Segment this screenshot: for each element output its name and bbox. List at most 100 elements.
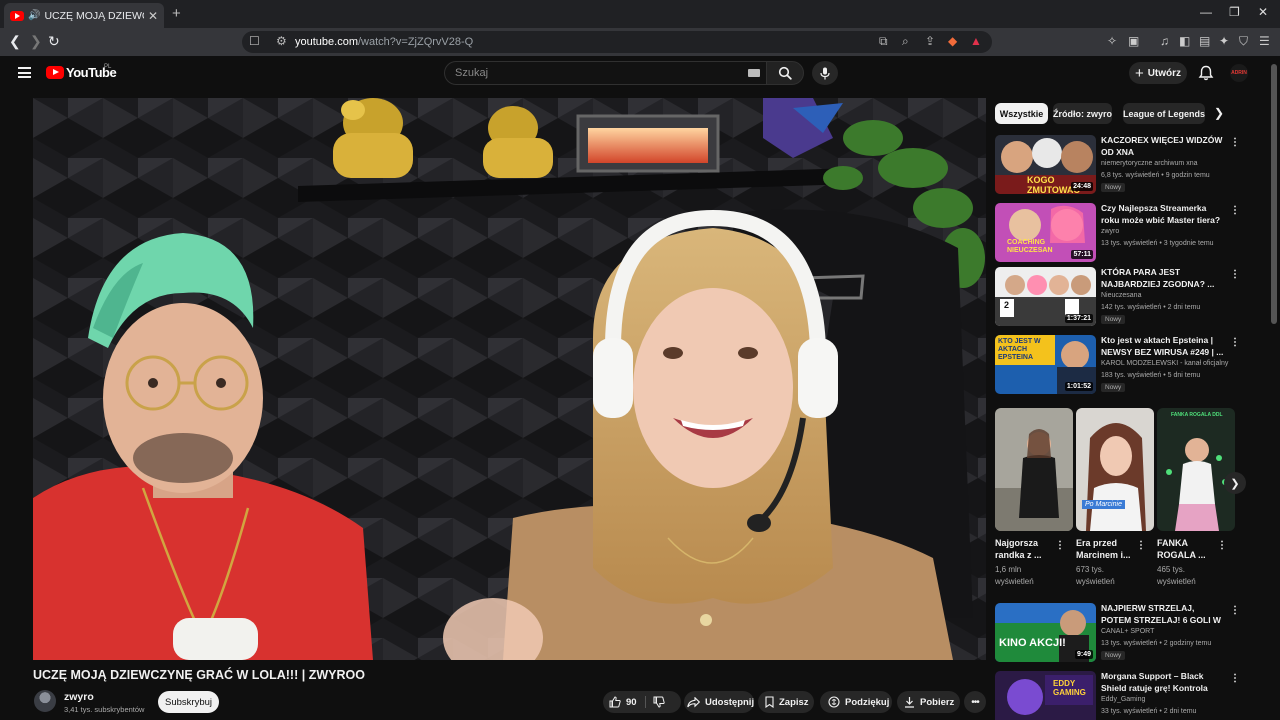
brave-shield-icon[interactable]: ◆ [948,34,957,48]
recommendation-item[interactable]: COACHING NIEUCZESAN 57:11 Czy Najlepsza … [995,203,1245,265]
channel-name[interactable]: CANAL+ SPORT [1101,628,1154,635]
kebab-menu-icon[interactable]: ⋮ [1230,205,1240,216]
save-button[interactable]: Zapisz [758,691,814,713]
open-external-icon[interactable]: ⧉ [879,34,888,49]
recommendation-item[interactable]: KTO JEST W AKTACH EPSTEINA 1:01:52 Kto j… [995,335,1245,397]
account-avatar[interactable]: ADRIN [1230,64,1248,82]
channel-name[interactable]: KAROL MODZELEWSKI - kanał oficjalny [1101,360,1228,367]
forward-icon[interactable]: ❯ [30,33,42,50]
subscriber-count: 3,41 tys. subskrybentów [64,705,145,714]
chip-league-of-legends[interactable]: League of Legends [1123,103,1205,124]
thumbnail-text: KINO AKCJI! [999,637,1066,649]
search-button[interactable] [766,61,804,85]
kebab-menu-icon[interactable]: ⋮ [1230,269,1240,280]
chips-next-icon[interactable]: ❯ [1214,106,1224,120]
short-title[interactable]: FANKA ROGALA ... [1157,537,1219,561]
video-thumbnail[interactable]: KINO AKCJI! 9:49 [995,603,1096,662]
notifications-bell-icon[interactable] [1197,64,1215,82]
video-thumbnail[interactable]: KOGO ZMUTOWAĆ 24:48 [995,135,1096,194]
short-item[interactable]: Najgorsza randka z ... 1,6 mln wyświetle… [995,408,1073,588]
restore-icon[interactable]: ❐ [1229,5,1240,19]
short-thumbnail[interactable]: FANKA ROGALA DDL [1157,408,1235,531]
wallet-icon[interactable]: ▤ [1199,34,1210,48]
video-title[interactable]: KACZOREX WIĘCEJ WIDZÓW OD XNA [1101,135,1225,158]
reload-icon[interactable]: ↻ [48,33,60,50]
kebab-menu-icon[interactable]: ⋮ [1055,540,1065,551]
bookmark-icon[interactable]: ☐ [249,34,260,48]
download-button[interactable]: Pobierz [897,691,960,713]
create-button[interactable]: + Utwórz [1129,62,1187,84]
more-actions-button[interactable]: ••• [964,691,986,713]
channel-name[interactable]: niemerytoryczne archiwum xna [1101,160,1197,167]
minimize-icon[interactable]: — [1200,5,1212,19]
short-title[interactable]: Najgorsza randka z ... [995,537,1057,561]
site-settings-icon[interactable]: ⚙ [276,34,287,48]
thanks-button[interactable]: Podziękuj [820,691,892,713]
shorts-next-button[interactable]: ❯ [1224,472,1246,494]
address-url: youtube.com/watch?v=ZjZQrvV28-Q [295,36,474,48]
channel-avatar[interactable] [34,690,56,712]
tab-close-icon[interactable]: ✕ [148,9,158,23]
short-thumbnail[interactable]: Po Marcinie [1076,408,1154,531]
browser-menu-icon[interactable]: ☰ [1259,34,1270,48]
new-tab-icon[interactable]: + [172,5,181,22]
kebab-menu-icon[interactable]: ⋮ [1230,605,1240,616]
video-thumbnail[interactable]: KTO JEST W AKTACH EPSTEINA 1:01:52 [995,335,1096,394]
like-button[interactable] [609,696,621,708]
sidebar-toggle-icon[interactable]: ◧ [1179,34,1190,48]
vpn-icon[interactable]: ⛉ [1239,34,1248,49]
shorts-shelf: Najgorsza randka z ... 1,6 mln wyświetle… [995,408,1245,593]
dislike-button[interactable] [653,696,665,708]
window-close-icon[interactable]: ✕ [1258,5,1268,19]
leo-ai-icon[interactable]: ✦ [1219,34,1229,48]
kebab-menu-icon[interactable]: ⋮ [1136,540,1146,551]
media-icon[interactable]: ♫ [1160,34,1169,48]
voice-search-button[interactable] [812,61,838,85]
video-title[interactable]: Morgana Support – Black Shield ratuje gr… [1101,671,1225,694]
recommendation-item[interactable]: 2 5 1:37:21 KTÓRA PARA JEST NAJBARDZIEJ … [995,267,1245,329]
video-player[interactable] [33,98,986,660]
extensions-icon[interactable]: ✧ [1107,34,1117,48]
short-title[interactable]: Era przed Marcinem i... [1076,537,1138,561]
keyboard-icon[interactable] [748,69,760,77]
video-thumbnail[interactable]: 2 5 1:37:21 [995,267,1096,326]
screenshot-icon[interactable]: ▣ [1128,34,1139,48]
channel-name[interactable]: zwyro [1101,228,1119,235]
recommendation-item[interactable]: KINO AKCJI! 9:49 NAJPIERW STRZELAJ, POTE… [995,603,1245,665]
back-icon[interactable]: ❮ [9,33,21,50]
speaker-icon[interactable]: 🔊 [28,10,40,21]
video-title[interactable]: Czy Najlepsza Streamerka roku może wbić … [1101,203,1225,226]
share-button[interactable]: Udostępnij [684,691,754,713]
chip-all[interactable]: Wszystkie [995,103,1048,124]
short-item[interactable]: Po Marcinie Era przed Marcinem i... 673 … [1076,408,1154,588]
chip-source-zwyro[interactable]: Źródło: zwyro [1053,103,1112,124]
recommendation-item[interactable]: EDDY GAMING Morgana Support – Black Shie… [995,671,1245,720]
youtube-logo-icon[interactable] [46,66,64,79]
browser-tab-active[interactable]: 🔊 UCZĘ MOJĄ DZIEWCZYNĘ GR ✕ [4,3,164,28]
video-title[interactable]: NAJPIERW STRZELAJ, POTEM STRZELAJ! 6 GOL… [1101,603,1225,626]
zoom-icon[interactable]: ⌕ [902,34,909,49]
search-input[interactable] [455,67,735,79]
channel-name[interactable]: Nieuczesana [1101,292,1141,299]
kebab-menu-icon[interactable]: ⋮ [1230,137,1240,148]
video-thumbnail[interactable]: EDDY GAMING [995,671,1096,720]
kebab-menu-icon[interactable]: ⋮ [1217,540,1227,551]
short-thumbnail[interactable] [995,408,1073,531]
subscribe-button[interactable]: Subskrybuj [158,691,219,713]
video-title[interactable]: KTÓRA PARA JEST NAJBARDZIEJ ZGODNA? ... [1101,267,1225,290]
kebab-menu-icon[interactable]: ⋮ [1230,673,1240,684]
search-box [444,61,766,85]
channel-name[interactable]: Eddy_Gaming [1101,696,1145,703]
video-title[interactable]: Kto jest w aktach Epsteina | NEWSY BEZ W… [1101,335,1225,358]
recommendation-item[interactable]: KOGO ZMUTOWAĆ 24:48 KACZOREX WIĘCEJ WIDZ… [995,135,1245,197]
page-scrollbar[interactable] [1268,56,1280,720]
download-icon [904,696,915,708]
channel-name[interactable]: zwyro [64,691,94,703]
scrollbar-thumb[interactable] [1271,64,1277,324]
short-item[interactable]: FANKA ROGALA DDL FANKA ROGALA ... 465 ty… [1157,408,1235,588]
kebab-menu-icon[interactable]: ⋮ [1230,337,1240,348]
share-page-icon[interactable]: ⇪ [925,34,935,48]
video-thumbnail[interactable]: COACHING NIEUCZESAN 57:11 [995,203,1096,262]
rewards-icon[interactable]: ▲ [970,34,982,48]
hamburger-menu-icon[interactable] [18,67,31,78]
